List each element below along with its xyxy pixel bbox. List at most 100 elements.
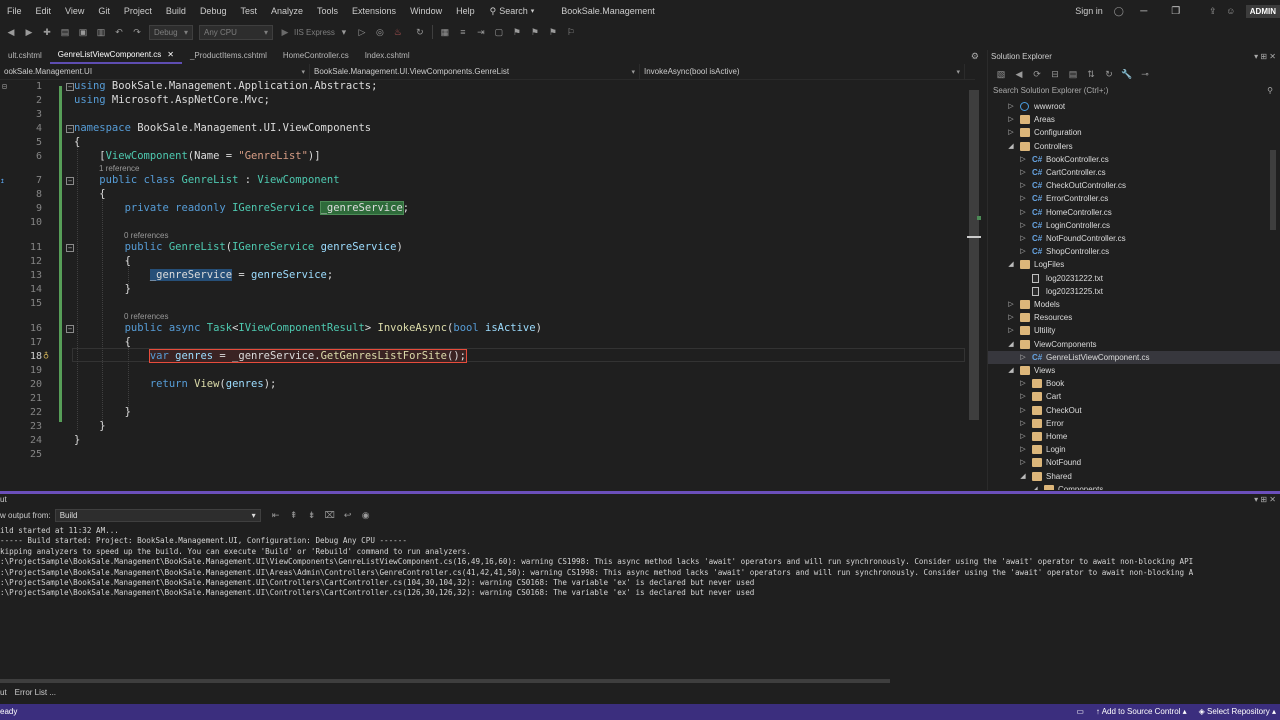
tree-item[interactable]: ▷ C# NotFoundController.cs (988, 232, 1280, 245)
collapse-icon[interactable]: − (66, 244, 74, 252)
output-horizontal-scrollbar[interactable] (0, 679, 1270, 685)
menu-help[interactable]: Help (449, 0, 482, 22)
expanded-arrow-icon[interactable]: ◢ (1006, 364, 1016, 377)
collapse-icon[interactable]: − (66, 125, 74, 133)
bookmark-prev-icon[interactable]: ⚑ (528, 25, 542, 39)
format-icon[interactable]: ≡ (456, 25, 470, 39)
toggle-scroll-icon[interactable]: ◉ (359, 508, 373, 522)
tree-item[interactable]: ▷ CheckOut (988, 404, 1280, 417)
restore-button[interactable]: ❐ (1160, 6, 1192, 17)
select-repository-button[interactable]: ◈ Select Repository ▴ (1199, 704, 1276, 720)
tree-item[interactable]: ▷ C# CheckOutController.cs (988, 179, 1280, 192)
refresh-icon[interactable]: ↻ (413, 25, 427, 39)
notification-icon[interactable]: ▭ (1076, 704, 1084, 720)
menu-tools[interactable]: Tools (310, 0, 345, 22)
codelens-references[interactable]: 0 references (124, 312, 168, 322)
document-tab[interactable]: GenreListViewComponent.cs ✕ (49, 47, 182, 64)
tree-item[interactable]: ▷ Book (988, 377, 1280, 390)
document-tab[interactable]: _ProductItems.cshtml (182, 48, 275, 64)
start-without-debug-icon[interactable]: ▷ (355, 25, 369, 39)
bookmark-next-icon[interactable]: ⚑ (546, 25, 560, 39)
feedback-icon[interactable]: ☺ (1224, 4, 1238, 18)
add-to-source-control-button[interactable]: ↑ Add to Source Control ▴ (1096, 704, 1187, 720)
collapsed-arrow-icon[interactable]: ▷ (1018, 166, 1028, 179)
open-icon[interactable]: ▤ (58, 25, 72, 39)
collapsed-arrow-icon[interactable]: ▷ (1006, 311, 1016, 324)
preview-icon[interactable]: ⊸ (1138, 67, 1152, 81)
bookmark-icon[interactable]: ⚑ (510, 25, 524, 39)
minimize-button[interactable]: ─ (1128, 6, 1160, 17)
collapsed-arrow-icon[interactable]: ▷ (1018, 430, 1028, 443)
tree-item[interactable]: ▷ Configuration (988, 126, 1280, 139)
solution-explorer-scrollbar[interactable] (1270, 150, 1276, 230)
menu-project[interactable]: Project (117, 0, 159, 22)
output-source-dropdown[interactable]: Build ▾ (54, 508, 261, 522)
collapsed-arrow-icon[interactable]: ▷ (1018, 443, 1028, 456)
output-text[interactable]: ild started at 11:32 AM... ----- Build st… (0, 526, 1193, 599)
tree-item[interactable]: ▷ Home (988, 430, 1280, 443)
collapsed-arrow-icon[interactable]: ▷ (1018, 456, 1028, 469)
save-all-icon[interactable]: ▥ (94, 25, 108, 39)
collapsed-arrow-icon[interactable]: ▷ (1018, 206, 1028, 219)
clear-all-icon[interactable]: ⌧ (323, 508, 337, 522)
collapsed-arrow-icon[interactable]: ▷ (1018, 390, 1028, 403)
close-icon[interactable]: ✕ (167, 47, 174, 63)
tree-item[interactable]: ▷ C# HomeController.cs (988, 206, 1280, 219)
collapsed-arrow-icon[interactable]: ▷ (1006, 324, 1016, 337)
switch-views-icon[interactable]: ▧ (994, 67, 1008, 81)
tree-item[interactable]: ▷ Models (988, 298, 1280, 311)
collapsed-arrow-icon[interactable]: ▷ (1018, 192, 1028, 205)
document-tab[interactable]: Index.cshtml (357, 48, 418, 64)
collapsed-arrow-icon[interactable]: ▷ (1018, 417, 1028, 430)
browser-icon[interactable]: ◎ (373, 25, 387, 39)
collapsed-arrow-icon[interactable]: ▷ (1018, 377, 1028, 390)
tree-item[interactable]: ▷ Cart (988, 390, 1280, 403)
tree-item[interactable]: ▷ Resources (988, 311, 1280, 324)
sign-in-link[interactable]: Sign in (1068, 0, 1110, 22)
scrollbar-thumb[interactable] (969, 90, 979, 420)
codelens-references[interactable]: 0 references (124, 231, 168, 241)
tree-item[interactable]: log20231225.txt (988, 285, 1280, 298)
tree-item[interactable]: ◢ Components (988, 483, 1280, 490)
tree-item[interactable]: ▷ C# GenreListViewComponent.cs (988, 350, 1280, 364)
start-icon[interactable]: ▶ (278, 25, 292, 39)
back-icon[interactable]: ◀ (4, 25, 18, 39)
find-message-icon[interactable]: ⇤ (269, 508, 283, 522)
tree-item[interactable]: ▷ Error (988, 417, 1280, 430)
bookmark-clear-icon[interactable]: ⚐ (564, 25, 578, 39)
hot-reload-icon[interactable]: ♨ (391, 25, 405, 39)
expanded-arrow-icon[interactable]: ◢ (1006, 338, 1016, 351)
document-tab[interactable]: HomeController.cs (275, 48, 357, 64)
collapsed-arrow-icon[interactable]: ▷ (1018, 232, 1028, 245)
member-dropdown[interactable]: InvokeAsync(bool isActive) ▾ (640, 63, 965, 80)
tree-item[interactable]: ▷ Areas (988, 113, 1280, 126)
menu-view[interactable]: View (58, 0, 91, 22)
collapsed-arrow-icon[interactable]: ▷ (1018, 404, 1028, 417)
platform-dropdown[interactable]: Any CPU ▾ (199, 24, 273, 40)
live-share-icon[interactable]: ⇪ (1206, 4, 1220, 18)
collapsed-arrow-icon[interactable]: ▷ (1018, 153, 1028, 166)
menu-analyze[interactable]: Analyze (264, 0, 310, 22)
inheritance-icon[interactable]: ↥ (0, 176, 5, 185)
menu-git[interactable]: Git (91, 0, 117, 22)
show-all-files-icon[interactable]: ▤ (1066, 67, 1080, 81)
collapsed-arrow-icon[interactable]: ▷ (1006, 298, 1016, 311)
solution-explorer-search[interactable]: Search Solution Explorer (Ctrl+;) ⚲ (991, 84, 1277, 98)
word-wrap-icon[interactable]: ↩ (341, 508, 355, 522)
tree-item[interactable]: ▷ wwwroot (988, 100, 1280, 113)
tab-error-list[interactable]: Error List ... (15, 687, 56, 704)
new-item-icon[interactable]: ✚ (40, 25, 54, 39)
collapse-icon[interactable]: − (66, 325, 74, 333)
menu-build[interactable]: Build (159, 0, 193, 22)
collapsed-arrow-icon[interactable]: ▷ (1006, 126, 1016, 139)
expanded-arrow-icon[interactable]: ◢ (1030, 483, 1040, 490)
tree-item[interactable]: ▷ Login (988, 443, 1280, 456)
menu-extensions[interactable]: Extensions (345, 0, 403, 22)
tree-item[interactable]: ◢ Views (988, 364, 1280, 377)
tree-item[interactable]: ▷ C# BookController.cs (988, 153, 1280, 166)
run-target-label[interactable]: IIS Express (294, 28, 335, 37)
collapsed-arrow-icon[interactable]: ▷ (1018, 179, 1028, 192)
expanded-arrow-icon[interactable]: ◢ (1006, 140, 1016, 153)
type-dropdown[interactable]: BookSale.Management.UI.ViewComponents.Ge… (310, 63, 640, 80)
forward-icon[interactable]: ▶ (22, 25, 36, 39)
